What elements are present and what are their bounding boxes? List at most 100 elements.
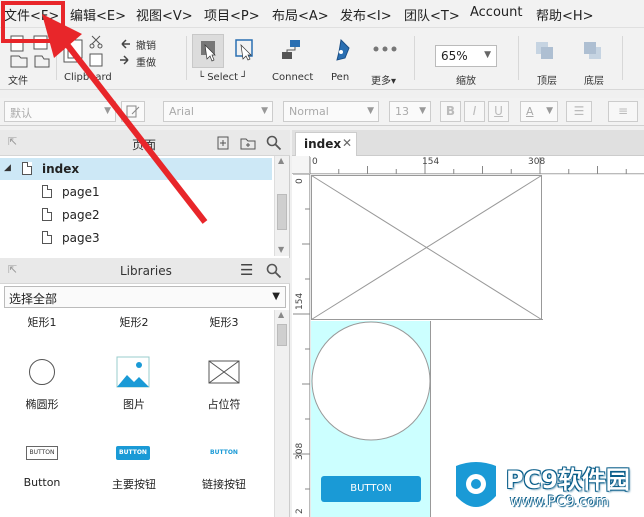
more-text: 更多 (371, 76, 391, 87)
lib-item-primary-button[interactable]: BUTTON 主要按钮 (104, 444, 164, 494)
select-contained-icon[interactable] (234, 38, 256, 64)
page-icon (42, 208, 52, 221)
lib-item-ellipse[interactable]: 椭圆形 (12, 354, 72, 414)
lib-item-link-button[interactable]: BUTTON 链接按钮 (194, 444, 254, 494)
ruler-h-label: 0 (312, 157, 318, 167)
undo-icon[interactable] (118, 38, 132, 68)
tree-item-label: page3 (62, 231, 100, 245)
lib-item-label: 占位符 (207, 398, 241, 411)
lib-item-button[interactable]: BUTTON Button (12, 444, 72, 494)
library-filter-value: 选择全部 (9, 292, 58, 306)
main-toolbar: 文件 Clipboard 撤销 重做 └ Select ┘ Connect Pe… (0, 28, 644, 90)
bottom-label: 底层 (584, 76, 604, 87)
ellipse-widget[interactable] (311, 321, 433, 445)
align-button[interactable]: ≡ (608, 101, 638, 122)
library-filter-select[interactable]: 选择全部 ▼ (4, 286, 286, 308)
page-icon (42, 231, 52, 244)
collapse-panel-icon[interactable]: ⇱ (8, 263, 17, 276)
ruler-v-label: 2 (295, 508, 305, 514)
menu-icon[interactable]: ☰ (240, 261, 253, 279)
font-color-button[interactable]: A ▼ (520, 101, 558, 122)
style-select[interactable]: 默认 ▼ (4, 101, 116, 122)
app-window: 文件<F> 编辑<E> 视图<V> 项目<P> 布局<A> 发布<I> 团队<T… (0, 0, 644, 517)
tab-index[interactable]: index ✕ (295, 132, 357, 156)
chevron-down-icon: ▼ (419, 106, 426, 116)
lib-item-image[interactable]: 图片 (104, 354, 164, 414)
chevron-down-icon: ▼ (484, 50, 491, 60)
menu-edit[interactable]: 编辑<E> (70, 5, 126, 24)
pages-panel-header: ⇱ 页面 (0, 130, 290, 156)
menu-account[interactable]: Account (470, 5, 523, 20)
ruler-ticks (293, 174, 310, 490)
pages-scrollbar[interactable]: ▲ ▼ (274, 156, 289, 256)
send-to-bottom-icon[interactable] (582, 40, 604, 62)
tree-item-page2[interactable]: page2 (0, 204, 272, 226)
placeholder-icon (208, 360, 240, 384)
redo-label: 重做 (136, 58, 156, 69)
lib-item-placeholder[interactable]: 占位符 (194, 354, 254, 414)
placeholder-widget[interactable] (311, 175, 543, 321)
horizontal-ruler: 0 154 308 (310, 156, 644, 174)
select-icon (201, 41, 216, 62)
close-icon[interactable]: ✕ (342, 136, 352, 150)
lib-item-label: Button (23, 476, 61, 489)
scroll-up-icon[interactable]: ▲ (278, 156, 284, 165)
pen-icon[interactable] (330, 38, 352, 64)
italic-button[interactable]: I (464, 101, 485, 122)
top-label: 顶层 (537, 76, 557, 87)
tree-item-page1[interactable]: page1 (0, 181, 272, 203)
style-edit-button[interactable] (121, 101, 145, 122)
font-size-select[interactable]: 13 ▼ (389, 101, 431, 122)
search-icon[interactable] (266, 263, 282, 279)
tree-item-page3[interactable]: page3 (0, 227, 272, 249)
zoom-value: 65% (441, 49, 468, 63)
list-button[interactable]: ☰ (566, 101, 592, 122)
tree-item-label: page2 (62, 208, 100, 222)
add-folder-icon[interactable] (240, 136, 256, 150)
zoom-select[interactable]: 65% ▼ (435, 45, 497, 67)
menu-publish[interactable]: 发布<I> (340, 5, 392, 24)
menu-view[interactable]: 视图<V> (136, 5, 193, 24)
scroll-thumb[interactable] (277, 194, 287, 230)
bring-to-top-icon[interactable] (534, 40, 556, 62)
font-family-select[interactable]: Arial ▼ (163, 101, 273, 122)
menu-help[interactable]: 帮助<H> (536, 5, 594, 24)
menu-team[interactable]: 团队<T> (404, 5, 460, 24)
copy-icon[interactable] (62, 34, 110, 68)
bold-button[interactable]: B (440, 101, 461, 122)
clipboard-group-label: Clipboard (64, 72, 112, 83)
connect-icon[interactable] (280, 38, 304, 64)
lib-item-rect2[interactable]: 矩形2 (104, 314, 164, 330)
search-icon[interactable] (266, 135, 282, 151)
libraries-scrollbar[interactable]: ▲ (274, 310, 289, 517)
add-page-icon[interactable] (216, 136, 232, 150)
watermark-url: www.PC9.com (510, 494, 609, 510)
select-text: Select (207, 72, 239, 83)
scroll-up-icon[interactable]: ▲ (278, 310, 284, 319)
highlight-box (1, 1, 65, 43)
tree-item-index[interactable]: ◢ index (0, 158, 272, 180)
scroll-down-icon[interactable]: ▼ (278, 245, 284, 254)
lib-item-label: 主要按钮 (112, 478, 156, 491)
collapse-panel-icon[interactable]: ⇱ (8, 135, 17, 148)
ruler-ticks (310, 157, 627, 174)
more-icon[interactable] (372, 44, 398, 54)
pages-panel: ⇱ 页面 ◢ index page1 page2 page3 ▲ ▼ (0, 130, 290, 258)
select-tool-button[interactable] (192, 34, 224, 68)
watermark-brand: PC9软件园 (506, 466, 630, 494)
primary-button-widget[interactable]: BUTTON (321, 476, 421, 502)
lib-item-label: 椭圆形 (25, 398, 59, 411)
style-edit-icon (126, 105, 140, 118)
collapse-arrow-icon[interactable]: ◢ (4, 163, 11, 173)
underline-button[interactable]: U (488, 101, 509, 122)
font-color-icon: A (526, 105, 534, 118)
font-weight-select[interactable]: Normal ▼ (283, 101, 379, 122)
menu-project[interactable]: 项目<P> (204, 5, 260, 24)
scroll-thumb[interactable] (277, 324, 287, 346)
format-bar: 默认 ▼ Arial ▼ Normal ▼ 13 ▼ B I U A ▼ ☰ ≡ (0, 98, 644, 126)
lib-item-rect1[interactable]: 矩形1 (12, 314, 72, 330)
menu-layout[interactable]: 布局<A> (272, 5, 329, 24)
image-icon (116, 356, 150, 388)
lib-item-rect3[interactable]: 矩形3 (194, 314, 254, 330)
divider (431, 319, 543, 320)
